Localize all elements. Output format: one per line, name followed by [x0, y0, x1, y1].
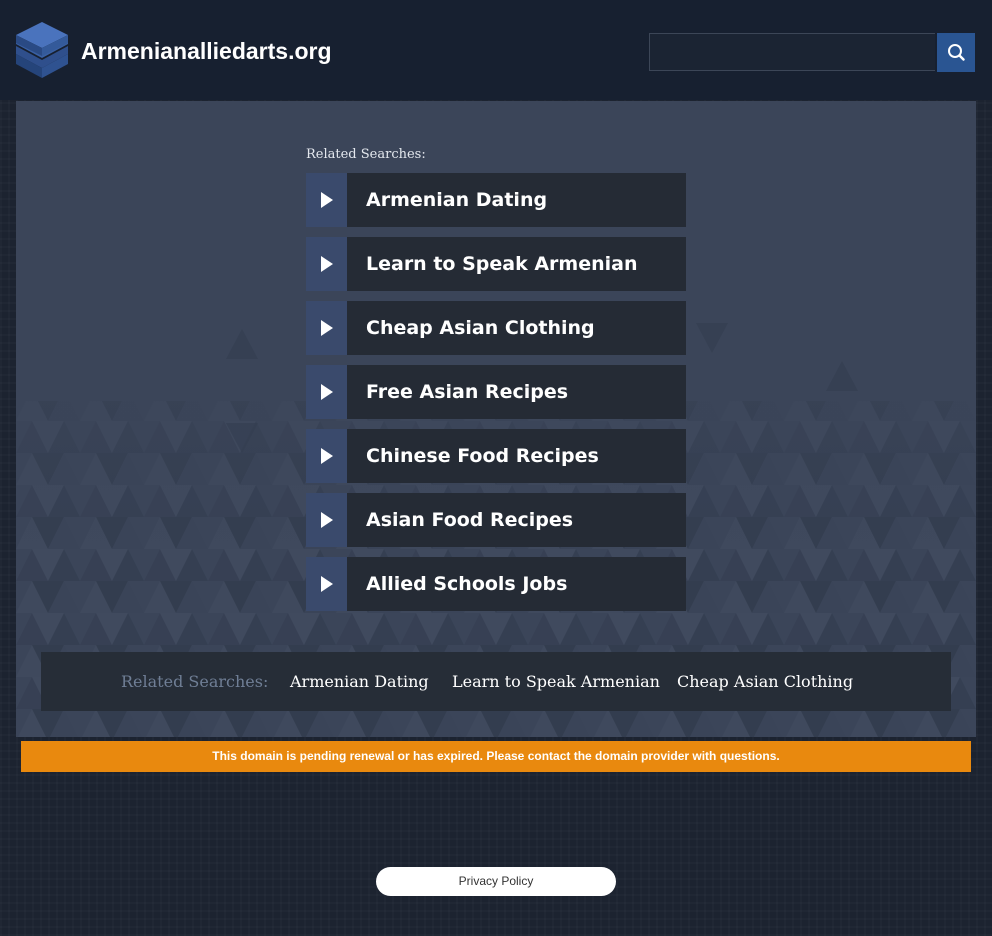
related-link[interactable]: Allied Schools Jobs [306, 557, 686, 611]
related-link[interactable]: Chinese Food Recipes [306, 429, 686, 483]
stacked-layers-icon[interactable] [14, 20, 70, 82]
play-arrow-icon [306, 173, 347, 227]
related-link-label: Learn to Speak Armenian [366, 253, 638, 275]
play-arrow-icon [306, 557, 347, 611]
play-arrow-icon [306, 493, 347, 547]
bottom-related-heading: Related Searches: [121, 672, 269, 691]
related-link[interactable]: Armenian Dating [306, 173, 686, 227]
related-link[interactable]: Free Asian Recipes [306, 365, 686, 419]
related-link[interactable]: Learn to Speak Armenian [306, 237, 686, 291]
bottom-related-link[interactable]: Armenian Dating [290, 652, 429, 711]
play-arrow-icon [306, 429, 347, 483]
bottom-related-link[interactable]: Cheap Asian Clothing [677, 652, 853, 711]
related-link-label: Cheap Asian Clothing [366, 317, 595, 339]
related-links-list: Armenian Dating Learn to Speak Armenian … [306, 173, 686, 621]
related-link[interactable]: Cheap Asian Clothing [306, 301, 686, 355]
search-icon [948, 44, 965, 61]
bottom-related-link[interactable]: Learn to Speak Armenian [452, 652, 660, 711]
related-link-label: Free Asian Recipes [366, 381, 569, 403]
play-arrow-icon [306, 301, 347, 355]
related-searches-heading: Related Searches: [306, 147, 426, 162]
domain-expired-notice: This domain is pending renewal or has ex… [21, 741, 971, 772]
related-link-label: Armenian Dating [366, 189, 548, 211]
bottom-related-bar: Related Searches: Armenian Dating Learn … [41, 652, 951, 711]
related-link-label: Asian Food Recipes [366, 509, 574, 531]
search-input[interactable] [649, 33, 935, 71]
main-panel: Related Searches: Armenian Dating Learn … [16, 101, 976, 737]
privacy-policy-link[interactable]: Privacy Policy [376, 867, 616, 896]
play-arrow-icon [306, 237, 347, 291]
site-header: Armenianalliedarts.org [0, 0, 992, 100]
related-link-label: Chinese Food Recipes [366, 445, 599, 467]
related-link[interactable]: Asian Food Recipes [306, 493, 686, 547]
search-button[interactable] [937, 33, 975, 72]
play-arrow-icon [306, 365, 347, 419]
related-link-label: Allied Schools Jobs [366, 573, 568, 595]
site-title[interactable]: Armenianalliedarts.org [81, 36, 332, 66]
